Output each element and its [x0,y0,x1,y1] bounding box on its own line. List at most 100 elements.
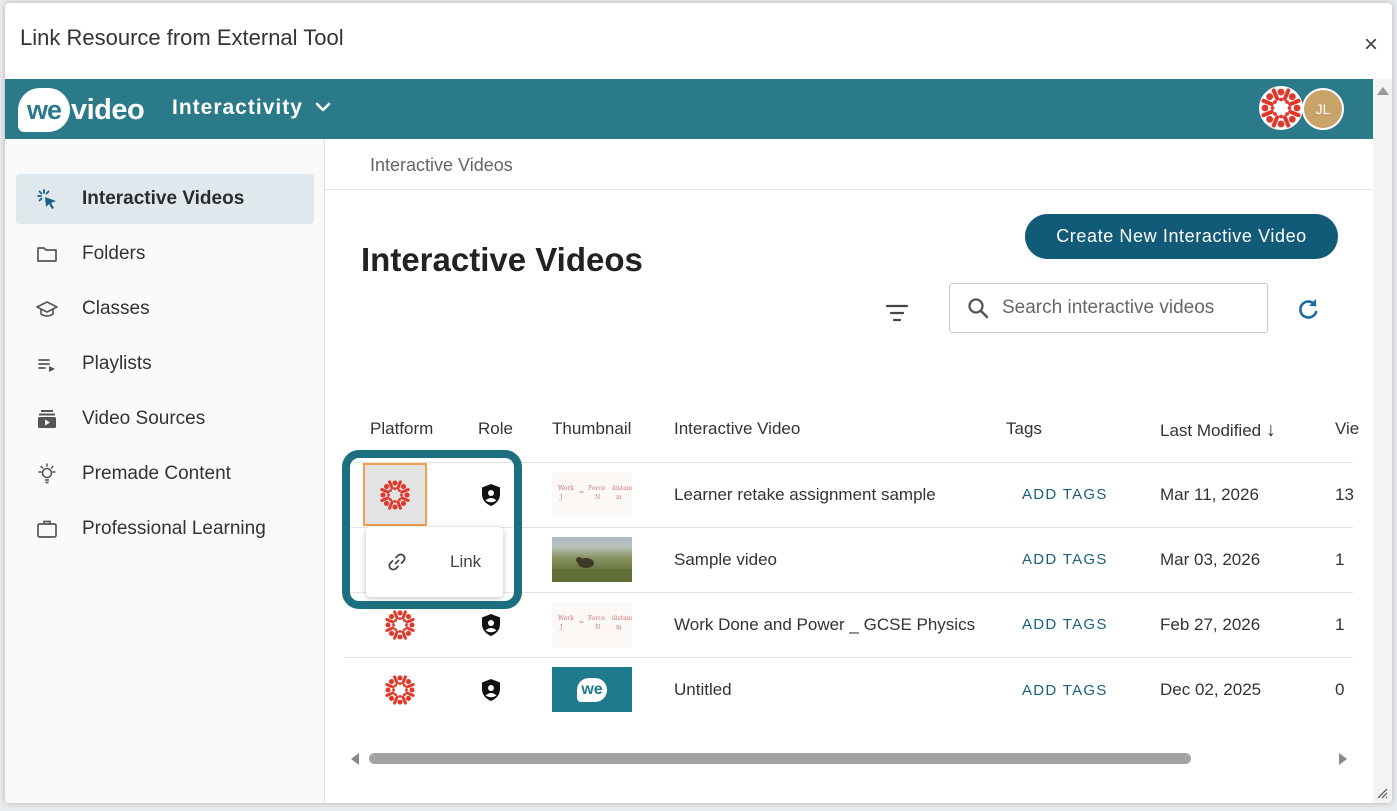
video-thumbnail[interactable] [552,537,632,582]
last-modified: Mar 03, 2026 [1160,550,1261,569]
svg-text:J: J [559,494,563,501]
sidebar: Interactive Videos Folders Classes Playl… [5,139,325,803]
app-switcher[interactable]: Interactivity [172,96,331,120]
sidebar-item-label: Interactive Videos [82,188,245,209]
svg-text:distance: distance [612,485,632,492]
canvas-lms-icon[interactable] [1259,86,1303,130]
views-count: 0 [1335,680,1345,699]
role-shield-icon [482,679,500,701]
filter-icon[interactable] [881,297,913,329]
briefcase-icon [36,518,58,540]
wevideo-logo-icon: we [577,677,607,702]
pointer-click-icon [36,188,58,210]
column-header-role: Role [478,419,513,438]
sidebar-item-premade-content[interactable]: Premade Content [16,449,314,499]
dialog-title: Link Resource from External Tool [20,25,344,50]
sidebar-item-label: Classes [82,298,150,319]
logo-we: we [18,88,70,132]
svg-text:N: N [595,494,600,501]
top-bar: we video Interactivity JL [5,79,1373,139]
divider [345,657,1353,658]
resize-grip-icon[interactable] [1376,787,1388,799]
video-thumbnail[interactable]: Work = Force distance J Nm [552,472,638,517]
canvas-platform-icon[interactable] [384,609,416,641]
divider [325,189,1373,190]
sidebar-item-label: Professional Learning [82,518,266,539]
add-tags-button[interactable]: ADD TAGS [1022,551,1108,568]
column-header-interactive-video[interactable]: Interactive Video [674,419,800,439]
svg-text:Work: Work [558,485,574,492]
views-count: 1 [1335,550,1345,569]
scroll-right-icon[interactable] [1339,753,1347,765]
views-count: 13 [1335,485,1354,504]
page-title: Interactive Videos [361,241,643,278]
wevideo-logo[interactable]: we video [18,88,145,132]
scroll-left-icon[interactable] [351,753,359,765]
link-resource-dialog: Link Resource from External Tool × we vi… [5,3,1392,803]
column-header-thumbnail: Thumbnail [552,419,632,438]
app-name: Interactivity [172,96,303,119]
add-tags-button[interactable]: ADD TAGS [1022,682,1108,699]
video-title[interactable]: Sample video [674,550,777,570]
sidebar-item-label: Video Sources [82,408,206,429]
column-label: Last Modified [1160,421,1262,440]
svg-text:Work: Work [558,615,574,622]
scroll-up-icon[interactable] [1377,87,1389,95]
video-title[interactable]: Learner retake assignment sample [674,485,936,505]
sort-down-icon: ↓ [1265,419,1276,441]
column-header-last-modified[interactable]: Last Modified ↓ [1160,419,1276,442]
user-avatar[interactable]: JL [1302,88,1344,130]
svg-text:Force: Force [588,485,606,492]
column-header-platform: Platform [370,419,434,438]
sidebar-item-video-sources[interactable]: Video Sources [16,394,314,444]
sidebar-item-label: Folders [82,243,146,264]
sidebar-item-interactive-videos[interactable]: Interactive Videos [16,174,314,224]
svg-text:=: = [579,489,584,496]
video-thumbnail[interactable]: Work = Force distance J Nm [552,602,638,647]
refresh-icon[interactable] [1295,296,1321,322]
search-icon [968,298,989,319]
svg-text:Force: Force [588,615,606,622]
main-content: Interactive Videos Interactive Videos Cr… [325,139,1373,803]
search-box [949,283,1268,333]
sidebar-item-classes[interactable]: Classes [16,284,314,334]
video-library-icon [36,408,58,430]
scrollbar-thumb[interactable] [369,753,1191,764]
horizontal-scrollbar[interactable] [345,749,1353,769]
chevron-down-icon [315,102,331,112]
sidebar-item-label: Premade Content [82,463,231,484]
canvas-platform-icon[interactable] [384,674,416,706]
playlist-icon [36,353,58,375]
add-tags-button[interactable]: ADD TAGS [1022,486,1108,503]
tutorial-highlight [342,450,522,609]
folder-icon [36,243,58,265]
svg-text:J: J [559,624,563,631]
svg-text:distance: distance [612,615,632,622]
video-title[interactable]: Untitled [674,680,732,700]
add-tags-button[interactable]: ADD TAGS [1022,616,1108,633]
svg-text:m: m [616,624,622,631]
sidebar-item-professional-learning[interactable]: Professional Learning [16,504,314,554]
graduation-cap-icon [36,298,58,320]
sidebar-item-playlists[interactable]: Playlists [16,339,314,389]
column-header-tags: Tags [1006,419,1042,438]
sidebar-item-label: Playlists [82,353,152,374]
tool-frame: we video Interactivity JL Interactive Vi… [5,79,1373,803]
column-header-views[interactable]: Vie [1335,419,1359,439]
sidebar-item-folders[interactable]: Folders [16,229,314,279]
lightbulb-icon [36,463,58,485]
role-shield-icon [482,614,500,636]
search-input[interactable] [1002,297,1262,319]
last-modified: Mar 11, 2026 [1160,485,1259,504]
video-thumbnail[interactable]: we [552,667,632,712]
create-interactive-video-button[interactable]: Create New Interactive Video [1025,214,1338,259]
last-modified: Feb 27, 2026 [1160,615,1261,634]
svg-text:N: N [595,624,600,631]
svg-text:m: m [616,494,622,501]
close-button[interactable]: × [1364,33,1378,57]
vertical-scrollbar[interactable] [1373,79,1392,803]
last-modified: Dec 02, 2025 [1160,680,1262,699]
video-title[interactable]: Work Done and Power _ GCSE Physics [674,615,975,635]
breadcrumb[interactable]: Interactive Videos [370,155,513,176]
svg-text:=: = [579,619,584,626]
